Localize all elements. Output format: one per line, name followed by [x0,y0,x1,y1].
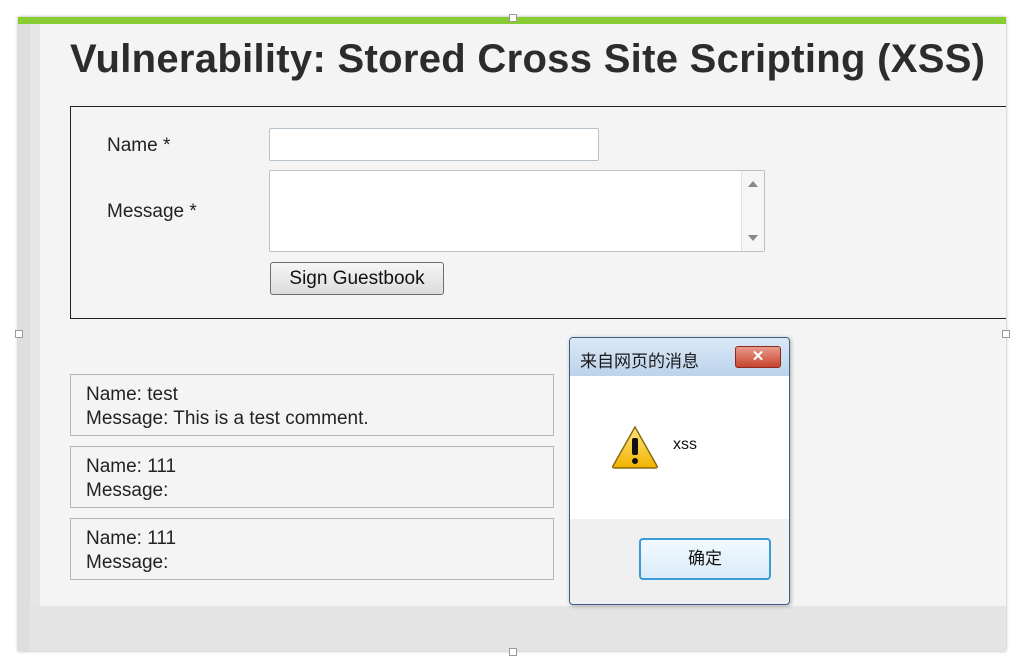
entry-message: Message: [86,552,169,573]
dialog-message: xss [673,436,697,453]
message-scrollbar[interactable] [741,171,764,251]
close-icon: ✕ [751,348,765,365]
page-title: Vulnerability: Stored Cross Site Scripti… [70,37,986,81]
resize-handle-bottom[interactable] [509,648,517,656]
entry-message: Message: [86,480,169,501]
ok-button[interactable]: 确定 [639,538,771,580]
alert-dialog: 来自网页的消息 ✕ xss 确定 [569,337,790,605]
entry-name: Name: 111 [86,456,177,477]
resize-handle-top[interactable] [509,14,517,22]
message-textarea[interactable] [269,170,765,252]
dialog-title: 来自网页的消息 [580,352,699,372]
entry-name: Name: test [86,384,178,405]
name-input[interactable] [269,128,599,161]
scroll-down-icon[interactable] [748,235,758,241]
guestbook-entry: Name: 111 Message: [70,518,554,580]
guestbook-entry: Name: 111 Message: [70,446,554,508]
guestbook-form: Name * Message * Sign Guestbook [70,106,1006,319]
browser-frame: Vulnerability: Stored Cross Site Scripti… [18,17,1006,651]
guestbook-entry: Name: test Message: This is a test comme… [70,374,554,436]
dialog-titlebar[interactable]: 来自网页的消息 ✕ [570,338,789,376]
name-label: Name * [107,135,171,156]
dialog-body: xss [570,376,789,519]
message-label: Message * [107,201,197,222]
entry-name: Name: 111 [86,528,177,549]
resize-handle-left[interactable] [15,330,23,338]
sign-guestbook-button[interactable]: Sign Guestbook [270,262,444,295]
close-button[interactable]: ✕ [735,346,781,368]
resize-handle-right[interactable] [1002,330,1010,338]
scroll-up-icon[interactable] [748,181,758,187]
warning-icon [612,425,658,469]
entry-message: Message: This is a test comment. [86,408,369,429]
footer-band [30,606,1006,651]
